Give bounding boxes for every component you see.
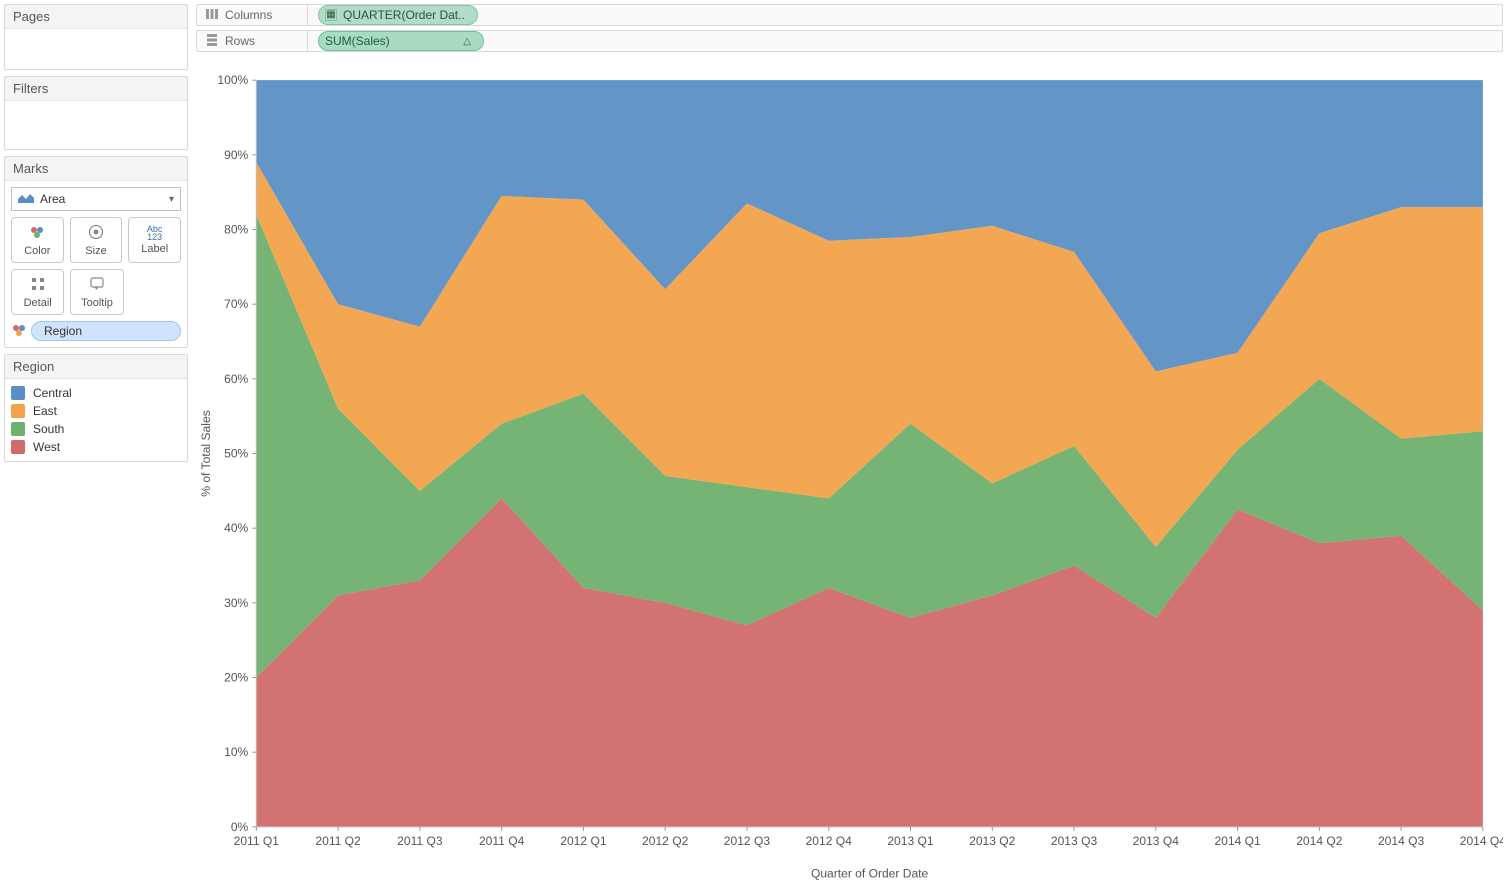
- svg-text:80%: 80%: [224, 223, 248, 237]
- color-legend: Region Central East South West: [4, 354, 188, 462]
- mark-type-label: Area: [40, 192, 65, 206]
- pages-shelf[interactable]: Pages: [4, 4, 188, 70]
- rows-label: Rows: [225, 34, 255, 48]
- columns-label: Columns: [225, 8, 272, 22]
- legend-label: East: [33, 404, 57, 418]
- detail-icon: [30, 276, 46, 295]
- svg-text:2012 Q3: 2012 Q3: [724, 834, 771, 848]
- svg-text:2012 Q1: 2012 Q1: [560, 834, 607, 848]
- legend-label: Central: [33, 386, 72, 400]
- detail-button[interactable]: Detail: [11, 269, 64, 315]
- svg-text:2011 Q1: 2011 Q1: [234, 834, 280, 848]
- svg-text:100%: 100%: [217, 73, 248, 87]
- svg-text:30%: 30%: [224, 596, 248, 610]
- svg-text:70%: 70%: [224, 297, 248, 311]
- svg-text:Quarter of Order Date: Quarter of Order Date: [811, 866, 929, 880]
- legend-title: Region: [5, 355, 187, 379]
- table-calc-indicator-icon: △: [463, 36, 471, 47]
- svg-text:50%: 50%: [224, 447, 248, 461]
- filters-shelf[interactable]: Filters: [4, 76, 188, 150]
- marks-card: Marks Area ▾ Col: [4, 156, 188, 348]
- svg-text:2011 Q3: 2011 Q3: [397, 834, 443, 848]
- rows-pill-sum-sales[interactable]: SUM(Sales) △: [318, 31, 484, 51]
- size-icon: [88, 224, 104, 243]
- mark-type-select[interactable]: Area ▾: [11, 187, 181, 211]
- color-palette-icon: [11, 322, 27, 341]
- tooltip-icon: [89, 276, 105, 295]
- svg-text:90%: 90%: [224, 148, 248, 162]
- stacked-area-chart[interactable]: 0% 10% 20% 30% 40% 50% 60% 70% 80% 90% 100% 2011 Q1…: [196, 60, 1503, 887]
- columns-shelf[interactable]: Columns ▦ QUARTER(Order Dat..: [196, 4, 1503, 26]
- label-button[interactable]: Abc 123 Label: [128, 217, 181, 263]
- color-button[interactable]: Color: [11, 217, 64, 263]
- legend-item[interactable]: West: [11, 439, 181, 455]
- svg-text:2011 Q4: 2011 Q4: [479, 834, 525, 848]
- legend-swatch: [11, 386, 25, 400]
- svg-text:2013 Q4: 2013 Q4: [1133, 834, 1180, 848]
- svg-text:% of Total Sales: % of Total Sales: [199, 410, 213, 497]
- svg-text:2011 Q2: 2011 Q2: [315, 834, 361, 848]
- chevron-down-icon: ▾: [169, 194, 174, 205]
- pages-title: Pages: [5, 5, 187, 29]
- tooltip-button[interactable]: Tooltip: [70, 269, 123, 315]
- marks-color-pill-region[interactable]: Region: [31, 321, 181, 341]
- expand-icon: ▦: [325, 9, 337, 21]
- legend-swatch: [11, 422, 25, 436]
- svg-text:2013 Q1: 2013 Q1: [887, 834, 934, 848]
- legend-swatch: [11, 440, 25, 454]
- svg-text:2013 Q2: 2013 Q2: [969, 834, 1016, 848]
- legend-item[interactable]: East: [11, 403, 181, 419]
- svg-text:20%: 20%: [224, 671, 248, 685]
- svg-text:40%: 40%: [224, 521, 248, 535]
- svg-text:2014 Q1: 2014 Q1: [1214, 834, 1261, 848]
- columns-pill-quarter[interactable]: ▦ QUARTER(Order Dat..: [318, 5, 478, 25]
- svg-text:2014 Q4: 2014 Q4: [1460, 834, 1503, 848]
- svg-text:0%: 0%: [231, 820, 249, 834]
- svg-text:10%: 10%: [224, 745, 248, 759]
- legend-item[interactable]: South: [11, 421, 181, 437]
- size-button[interactable]: Size: [70, 217, 123, 263]
- svg-text:2012 Q4: 2012 Q4: [806, 834, 853, 848]
- legend-label: West: [33, 440, 60, 454]
- svg-text:2014 Q2: 2014 Q2: [1296, 834, 1343, 848]
- rows-shelf[interactable]: Rows SUM(Sales) △: [196, 30, 1503, 52]
- legend-label: South: [33, 422, 64, 436]
- text-label-icon: Abc 123: [147, 225, 163, 241]
- filters-title: Filters: [5, 77, 187, 101]
- svg-text:2014 Q3: 2014 Q3: [1378, 834, 1425, 848]
- svg-text:60%: 60%: [224, 372, 248, 386]
- svg-text:2012 Q2: 2012 Q2: [642, 834, 689, 848]
- rows-icon: [205, 33, 219, 50]
- columns-icon: [205, 7, 219, 24]
- legend-item[interactable]: Central: [11, 385, 181, 401]
- marks-title: Marks: [5, 157, 187, 181]
- svg-text:2013 Q3: 2013 Q3: [1051, 834, 1098, 848]
- color-palette-icon: [29, 224, 45, 243]
- area-chart-icon: [18, 192, 34, 206]
- legend-swatch: [11, 404, 25, 418]
